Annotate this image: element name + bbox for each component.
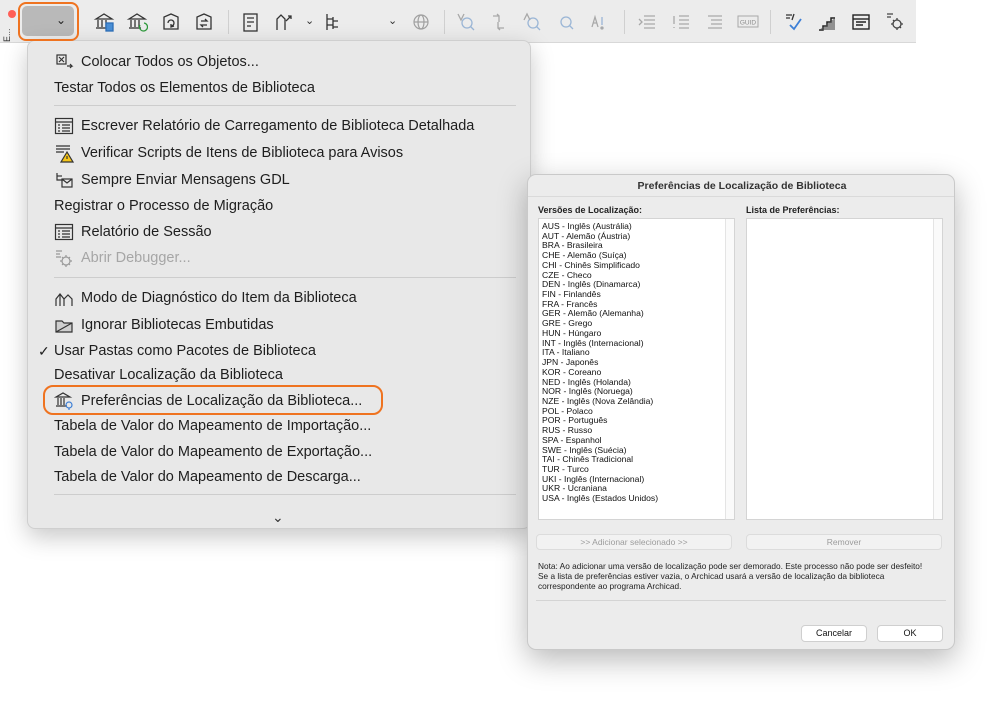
preferences-scrollbar[interactable] [933, 219, 942, 519]
toolbar-separator [444, 10, 445, 34]
debugger-icon [54, 248, 74, 268]
library-report-icon[interactable] [126, 11, 148, 33]
menu-item-disable-localization[interactable]: Desativar Localização da Biblioteca [28, 363, 532, 387]
menu-separator [54, 494, 516, 495]
ignore-embedded-icon [54, 315, 74, 335]
menu-item-label: Desativar Localização da Biblioteca [54, 367, 283, 383]
screenshot-stage: E... ⌄ ⌄ ⌄ GUID Colocar Todos os Objetos… [0, 0, 999, 707]
toolbar: E... ⌄ ⌄ ⌄ GUID [0, 0, 916, 43]
note-line-1: Nota: Ao adicionar uma versão de localiz… [538, 561, 923, 571]
ok-button[interactable]: OK [877, 625, 943, 642]
reload-libraries-icon[interactable] [160, 11, 182, 33]
place-objects-icon [54, 52, 74, 72]
dialog-title: Preferências de Localização de Bibliotec… [528, 175, 954, 197]
toolbar-dropdown-button[interactable]: ⌄ [22, 6, 74, 36]
versions-list-item[interactable]: USA - Inglês (Estados Unidos) [542, 493, 658, 504]
menu-item-label: Tabela de Valor do Mapeamento de Importa… [54, 418, 372, 434]
menu-item-label: Verificar Scripts de Itens de Biblioteca… [81, 145, 404, 161]
search-text-icon[interactable] [521, 11, 543, 33]
warning-scripts-icon [54, 143, 74, 163]
library-part-icon[interactable] [240, 11, 262, 33]
menu-item-ignore-embedded[interactable]: Ignorar Bibliotecas Embutidas [28, 313, 532, 337]
localization-prefs-icon [54, 391, 74, 411]
menu-item-register-migration[interactable]: Registrar o Processo de Migração [28, 194, 532, 218]
session-report-icon [54, 222, 74, 242]
debug-menu: Colocar Todos os Objetos... Testar Todos… [27, 40, 531, 529]
stairs-icon[interactable] [816, 11, 838, 33]
toolbar-separator [770, 10, 771, 34]
menu-separator [54, 105, 516, 106]
checkmark-icon: ✓ [38, 343, 50, 359]
menu-item-localization-preferences[interactable]: Preferências de Localização da Bibliotec… [28, 389, 532, 413]
menu-item-diagnostic-mode[interactable]: Modo de Diagnóstico do Item da Bibliotec… [28, 286, 532, 310]
diagnostic-icon [54, 288, 74, 308]
toolbar-separator [228, 10, 229, 34]
replace-icon[interactable] [488, 11, 510, 33]
menu-item-import-mapping[interactable]: Tabela de Valor do Mapeamento de Importa… [28, 414, 532, 438]
menu-item-verify-scripts[interactable]: Verificar Scripts de Itens de Biblioteca… [28, 141, 532, 165]
versions-list[interactable]: AUS - Inglês (Austrália) AUT - Alemão (Áu… [538, 218, 735, 520]
library-part-arrow-icon[interactable] [273, 11, 295, 33]
list-icon[interactable] [703, 11, 725, 33]
versions-label: Versões de Localização: [538, 205, 643, 215]
menu-scroll-down-icon[interactable]: ⌄ [272, 509, 284, 526]
menu-item-gdl-messages[interactable]: Sempre Enviar Mensagens GDL [28, 168, 532, 192]
menu-item-open-debugger: Abrir Debugger... [28, 246, 532, 270]
cancel-button[interactable]: Cancelar [801, 625, 867, 642]
preferences-label: Lista de Preferências: [746, 205, 840, 215]
remove-button[interactable]: Remover [746, 534, 942, 550]
menu-item-label: Escrever Relatório de Carregamento de Bi… [81, 118, 475, 134]
menu-item-label: Tabela de Valor do Mapeamento de Descarg… [54, 469, 361, 485]
dialog-separator [536, 600, 946, 601]
chevron-down-icon[interactable]: ⌄ [388, 14, 397, 27]
menu-item-folders-as-packages[interactable]: ✓ Usar Pastas como Pacotes de Biblioteca [28, 339, 532, 363]
library-manager-icon[interactable] [93, 11, 115, 33]
guid-icon[interactable]: GUID [737, 11, 759, 33]
localization-preferences-dialog: Preferências de Localização de Bibliotec… [527, 174, 955, 650]
versions-scrollbar[interactable] [725, 219, 734, 519]
menu-item-label: Colocar Todos os Objetos... [81, 54, 259, 70]
warning-list-icon[interactable] [670, 11, 692, 33]
menu-item-session-report[interactable]: Relatório de Sessão [28, 220, 532, 244]
window-icon[interactable] [850, 11, 872, 33]
note-line-2: Se a lista de preferências estiver vazia… [538, 571, 885, 591]
menu-item-label: Abrir Debugger... [81, 250, 191, 266]
menu-item-label: Preferências de Localização da Bibliotec… [81, 393, 363, 409]
dialog-note: Nota: Ao adicionar uma versão de localiz… [538, 561, 944, 591]
debug-icon[interactable] [884, 11, 906, 33]
preferences-list[interactable] [746, 218, 943, 520]
menu-item-place-all-objects[interactable]: Colocar Todos os Objetos... [28, 50, 532, 74]
chevron-down-icon[interactable]: ⌄ [305, 14, 314, 27]
hierarchy-icon[interactable] [322, 11, 344, 33]
indent-icon[interactable] [636, 11, 658, 33]
window-close-button[interactable] [8, 10, 16, 18]
toolbar-separator [624, 10, 625, 34]
menu-item-label: Testar Todos os Elementos de Biblioteca [54, 80, 315, 96]
menu-item-label: Sempre Enviar Mensagens GDL [81, 172, 290, 188]
find-replace-icon[interactable] [588, 11, 610, 33]
menu-item-export-mapping[interactable]: Tabela de Valor do Mapeamento de Exporta… [28, 440, 532, 464]
gdl-messages-icon [54, 170, 74, 190]
menu-item-label: Modo de Diagnóstico do Item da Bibliotec… [81, 290, 357, 306]
menu-item-label: Registrar o Processo de Migração [54, 198, 274, 214]
menu-item-label: Relatório de Sessão [81, 224, 212, 240]
search-zoom-icon[interactable] [555, 11, 577, 33]
menu-item-label: Usar Pastas como Pacotes de Biblioteca [54, 343, 316, 359]
migrate-libraries-icon[interactable] [193, 11, 215, 33]
find-icon[interactable] [455, 11, 477, 33]
menu-item-label: Tabela de Valor do Mapeamento de Exporta… [54, 444, 373, 460]
menu-item-test-all-elements[interactable]: Testar Todos os Elementos de Biblioteca [28, 76, 532, 100]
report-icon [54, 116, 74, 136]
globe-icon[interactable] [410, 11, 432, 33]
menu-separator [54, 277, 516, 278]
menu-item-detailed-load-report[interactable]: Escrever Relatório de Carregamento de Bi… [28, 114, 532, 138]
chevron-down-icon: ⌄ [55, 13, 66, 27]
menu-item-label: Ignorar Bibliotecas Embutidas [81, 317, 274, 333]
add-selected-button[interactable]: >> Adicionar selecionado >> [536, 534, 732, 550]
window-label: E... [2, 28, 12, 42]
menu-item-unload-mapping[interactable]: Tabela de Valor do Mapeamento de Descarg… [28, 465, 532, 489]
svg-text:GUID: GUID [740, 20, 757, 27]
script-check-icon[interactable] [782, 11, 804, 33]
